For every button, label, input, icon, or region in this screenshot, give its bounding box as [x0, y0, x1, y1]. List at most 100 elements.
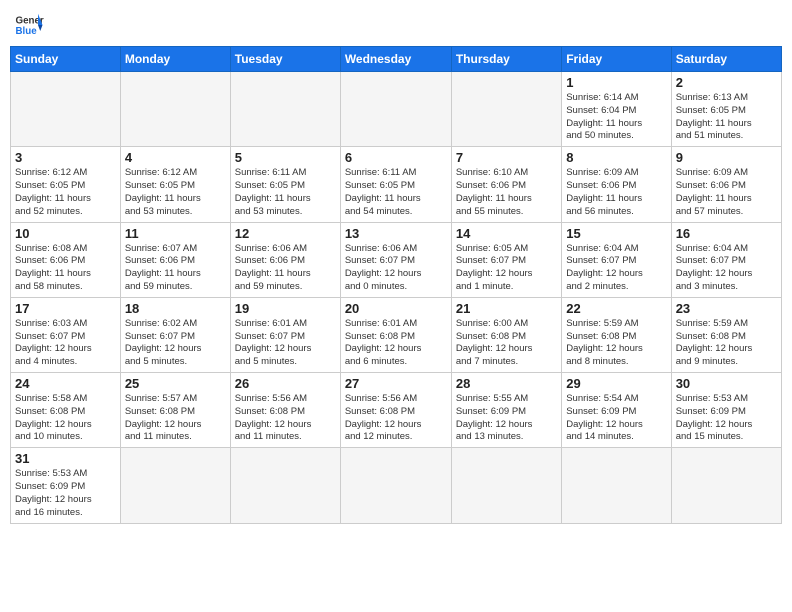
calendar-cell: 8 Sunrise: 6:09 AM Sunset: 6:06 PM Daylig… — [562, 147, 671, 222]
calendar-cell — [120, 72, 230, 147]
day-number: 20 — [345, 301, 447, 316]
day-number: 23 — [676, 301, 777, 316]
calendar-cell: 4 Sunrise: 6:12 AM Sunset: 6:05 PM Daylig… — [120, 147, 230, 222]
calendar-cell: 18 Sunrise: 6:02 AM Sunset: 6:07 PM Dayli… — [120, 297, 230, 372]
day-number: 1 — [566, 75, 666, 90]
cell-info: Sunrise: 6:06 AM Sunset: 6:06 PM Dayligh… — [235, 243, 336, 294]
calendar-week-row: 1 Sunrise: 6:14 AM Sunset: 6:04 PM Daylig… — [11, 72, 782, 147]
cell-info: Sunrise: 6:06 AM Sunset: 6:07 PM Dayligh… — [345, 243, 447, 294]
day-number: 13 — [345, 226, 447, 241]
weekday-header-thursday: Thursday — [451, 47, 561, 72]
day-number: 31 — [15, 451, 116, 466]
day-number: 19 — [235, 301, 336, 316]
cell-info: Sunrise: 6:14 AM Sunset: 6:04 PM Dayligh… — [566, 92, 666, 143]
calendar-cell: 28 Sunrise: 5:55 AM Sunset: 6:09 PM Dayli… — [451, 373, 561, 448]
day-number: 17 — [15, 301, 116, 316]
cell-info: Sunrise: 5:54 AM Sunset: 6:09 PM Dayligh… — [566, 393, 666, 444]
calendar-week-row: 17 Sunrise: 6:03 AM Sunset: 6:07 PM Dayli… — [11, 297, 782, 372]
calendar-cell: 24 Sunrise: 5:58 AM Sunset: 6:08 PM Dayli… — [11, 373, 121, 448]
cell-info: Sunrise: 6:12 AM Sunset: 6:05 PM Dayligh… — [15, 167, 116, 218]
calendar-cell: 1 Sunrise: 6:14 AM Sunset: 6:04 PM Daylig… — [562, 72, 671, 147]
cell-info: Sunrise: 6:03 AM Sunset: 6:07 PM Dayligh… — [15, 318, 116, 369]
calendar-cell: 3 Sunrise: 6:12 AM Sunset: 6:05 PM Daylig… — [11, 147, 121, 222]
calendar-cell: 30 Sunrise: 5:53 AM Sunset: 6:09 PM Dayli… — [671, 373, 781, 448]
calendar-week-row: 3 Sunrise: 6:12 AM Sunset: 6:05 PM Daylig… — [11, 147, 782, 222]
calendar-cell: 31 Sunrise: 5:53 AM Sunset: 6:09 PM Dayli… — [11, 448, 121, 523]
day-number: 7 — [456, 150, 557, 165]
logo: General Blue — [14, 10, 44, 40]
day-number: 3 — [15, 150, 116, 165]
day-number: 8 — [566, 150, 666, 165]
weekday-header-sunday: Sunday — [11, 47, 121, 72]
cell-info: Sunrise: 5:53 AM Sunset: 6:09 PM Dayligh… — [676, 393, 777, 444]
day-number: 14 — [456, 226, 557, 241]
day-number: 28 — [456, 376, 557, 391]
day-number: 22 — [566, 301, 666, 316]
day-number: 2 — [676, 75, 777, 90]
cell-info: Sunrise: 5:58 AM Sunset: 6:08 PM Dayligh… — [15, 393, 116, 444]
calendar-cell — [451, 72, 561, 147]
day-number: 25 — [125, 376, 226, 391]
calendar-cell — [230, 72, 340, 147]
day-number: 24 — [15, 376, 116, 391]
calendar-cell: 6 Sunrise: 6:11 AM Sunset: 6:05 PM Daylig… — [340, 147, 451, 222]
calendar-week-row: 10Sunrise: 6:08 AM Sunset: 6:06 PM Dayli… — [11, 222, 782, 297]
cell-info: Sunrise: 6:04 AM Sunset: 6:07 PM Dayligh… — [566, 243, 666, 294]
calendar-cell: 23 Sunrise: 5:59 AM Sunset: 6:08 PM Dayli… — [671, 297, 781, 372]
day-number: 18 — [125, 301, 226, 316]
calendar-week-row: 31 Sunrise: 5:53 AM Sunset: 6:09 PM Dayli… — [11, 448, 782, 523]
cell-info: Sunrise: 6:12 AM Sunset: 6:05 PM Dayligh… — [125, 167, 226, 218]
cell-info: Sunrise: 6:13 AM Sunset: 6:05 PM Dayligh… — [676, 92, 777, 143]
day-number: 30 — [676, 376, 777, 391]
cell-info: Sunrise: 6:01 AM Sunset: 6:07 PM Dayligh… — [235, 318, 336, 369]
weekday-header-wednesday: Wednesday — [340, 47, 451, 72]
calendar-cell: 15 Sunrise: 6:04 AM Sunset: 6:07 PM Dayli… — [562, 222, 671, 297]
calendar-cell: 14 Sunrise: 6:05 AM Sunset: 6:07 PM Dayli… — [451, 222, 561, 297]
day-number: 10 — [15, 226, 116, 241]
cell-info: Sunrise: 6:01 AM Sunset: 6:08 PM Dayligh… — [345, 318, 447, 369]
calendar-cell: 19 Sunrise: 6:01 AM Sunset: 6:07 PM Dayli… — [230, 297, 340, 372]
calendar-table: SundayMondayTuesdayWednesdayThursdayFrid… — [10, 46, 782, 524]
day-number: 26 — [235, 376, 336, 391]
weekday-header-tuesday: Tuesday — [230, 47, 340, 72]
cell-info: Sunrise: 5:59 AM Sunset: 6:08 PM Dayligh… — [676, 318, 777, 369]
cell-info: Sunrise: 5:57 AM Sunset: 6:08 PM Dayligh… — [125, 393, 226, 444]
cell-info: Sunrise: 6:07 AM Sunset: 6:06 PM Dayligh… — [125, 243, 226, 294]
cell-info: Sunrise: 5:55 AM Sunset: 6:09 PM Dayligh… — [456, 393, 557, 444]
calendar-cell — [230, 448, 340, 523]
day-number: 11 — [125, 226, 226, 241]
day-number: 6 — [345, 150, 447, 165]
cell-info: Sunrise: 5:53 AM Sunset: 6:09 PM Dayligh… — [15, 468, 116, 519]
weekday-header-friday: Friday — [562, 47, 671, 72]
calendar-cell: 12 Sunrise: 6:06 AM Sunset: 6:06 PM Dayli… — [230, 222, 340, 297]
header: General Blue — [10, 10, 782, 40]
day-number: 4 — [125, 150, 226, 165]
calendar-cell: 13 Sunrise: 6:06 AM Sunset: 6:07 PM Dayli… — [340, 222, 451, 297]
day-number: 29 — [566, 376, 666, 391]
calendar-cell: 22Sunrise: 5:59 AM Sunset: 6:08 PM Dayli… — [562, 297, 671, 372]
day-number: 27 — [345, 376, 447, 391]
cell-info: Sunrise: 6:05 AM Sunset: 6:07 PM Dayligh… — [456, 243, 557, 294]
cell-info: Sunrise: 5:56 AM Sunset: 6:08 PM Dayligh… — [235, 393, 336, 444]
calendar-cell: 21Sunrise: 6:00 AM Sunset: 6:08 PM Dayli… — [451, 297, 561, 372]
cell-info: Sunrise: 6:10 AM Sunset: 6:06 PM Dayligh… — [456, 167, 557, 218]
day-number: 12 — [235, 226, 336, 241]
weekday-header-row: SundayMondayTuesdayWednesdayThursdayFrid… — [11, 47, 782, 72]
calendar-cell: 20 Sunrise: 6:01 AM Sunset: 6:08 PM Dayli… — [340, 297, 451, 372]
cell-info: Sunrise: 6:09 AM Sunset: 6:06 PM Dayligh… — [566, 167, 666, 218]
cell-info: Sunrise: 6:11 AM Sunset: 6:05 PM Dayligh… — [345, 167, 447, 218]
cell-info: Sunrise: 5:56 AM Sunset: 6:08 PM Dayligh… — [345, 393, 447, 444]
calendar-cell — [120, 448, 230, 523]
calendar-cell: 2 Sunrise: 6:13 AM Sunset: 6:05 PM Daylig… — [671, 72, 781, 147]
calendar-cell: 9Sunrise: 6:09 AM Sunset: 6:06 PM Daylig… — [671, 147, 781, 222]
day-number: 21 — [456, 301, 557, 316]
calendar-cell — [340, 448, 451, 523]
calendar-cell — [451, 448, 561, 523]
day-number: 15 — [566, 226, 666, 241]
calendar-cell: 5Sunrise: 6:11 AM Sunset: 6:05 PM Daylig… — [230, 147, 340, 222]
calendar-cell — [562, 448, 671, 523]
cell-info: Sunrise: 6:09 AM Sunset: 6:06 PM Dayligh… — [676, 167, 777, 218]
calendar-week-row: 24 Sunrise: 5:58 AM Sunset: 6:08 PM Dayli… — [11, 373, 782, 448]
calendar-cell — [340, 72, 451, 147]
cell-info: Sunrise: 6:02 AM Sunset: 6:07 PM Dayligh… — [125, 318, 226, 369]
